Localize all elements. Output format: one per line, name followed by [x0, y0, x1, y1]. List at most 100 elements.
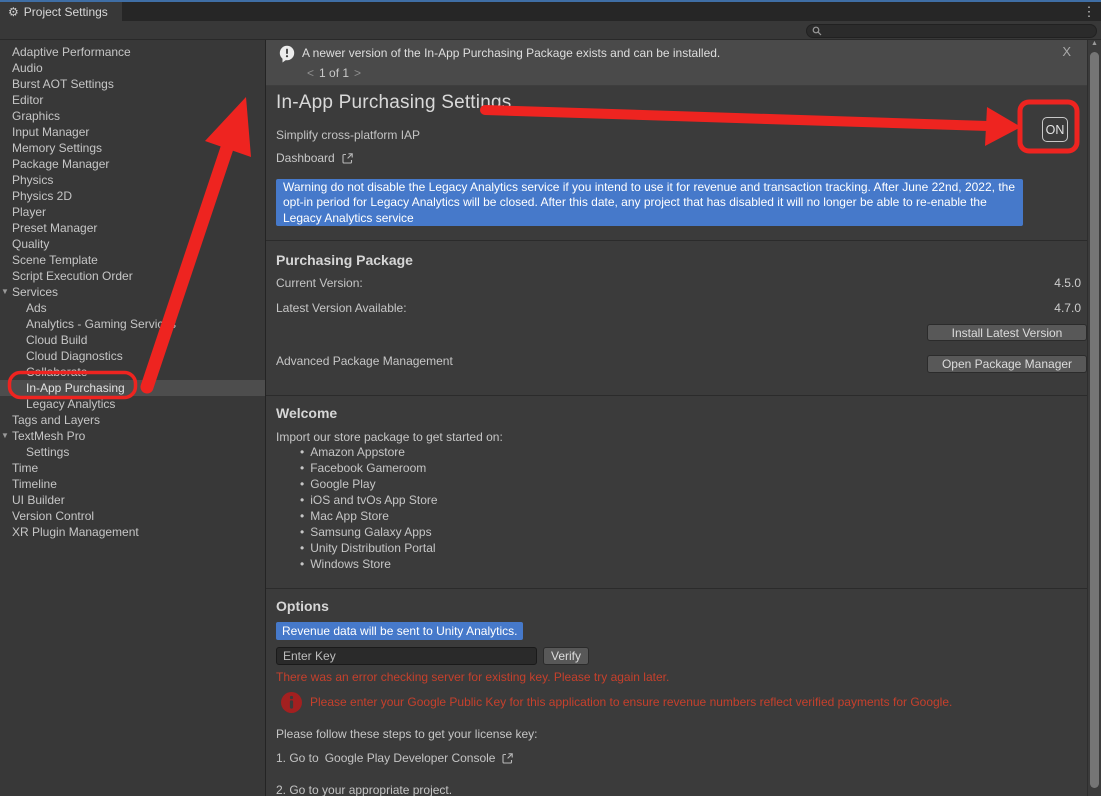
server-error-text: There was an error checking server for e…: [276, 670, 669, 684]
tab-title: Project Settings: [24, 5, 108, 19]
sidebar-item-quality[interactable]: Quality: [0, 236, 265, 252]
main-panel: A newer version of the In-App Purchasing…: [266, 40, 1087, 796]
store-list: •Amazon Appstore•Facebook Gameroom•Googl…: [300, 444, 438, 572]
sidebar-item-version-control[interactable]: Version Control: [0, 508, 265, 524]
foldout-arrow-icon[interactable]: ▼: [1, 284, 9, 300]
store-name: Google Play: [310, 477, 375, 491]
search-icon: [812, 26, 822, 36]
sidebar-item-scene-template[interactable]: Scene Template: [0, 252, 265, 268]
service-toggle-button[interactable]: ON: [1042, 117, 1068, 142]
sidebar-item-time[interactable]: Time: [0, 460, 265, 476]
vertical-scrollbar[interactable]: ▲: [1087, 40, 1101, 796]
sidebar-item-graphics[interactable]: Graphics: [0, 108, 265, 124]
store-name: iOS and tvOs App Store: [310, 493, 437, 507]
sidebar-item-analytics-gaming-services[interactable]: Analytics - Gaming Services: [0, 316, 265, 332]
sidebar-item-label: Scene Template: [12, 253, 98, 267]
step-1: 1. Go to Google Play Developer Console: [276, 751, 514, 765]
options-heading: Options: [276, 598, 329, 614]
settings-sidebar: Adaptive PerformanceAudio Burst AOT Setti…: [0, 40, 266, 796]
sidebar-item-label: Burst AOT Settings: [12, 77, 114, 91]
bullet-icon: •: [300, 509, 304, 523]
sidebar-item-script-execution-order[interactable]: Script Execution Order: [0, 268, 265, 284]
google-key-info-icon: [280, 691, 303, 714]
scroll-up-icon[interactable]: ▲: [1091, 40, 1098, 47]
legacy-analytics-warning: Warning do not disable the Legacy Analyt…: [276, 179, 1023, 226]
sidebar-item-in-app-purchasing[interactable]: In-App Purchasing: [0, 380, 265, 396]
sidebar-item-label: Collaborate: [26, 365, 87, 379]
sidebar-item-label: Cloud Build: [26, 333, 87, 347]
sidebar-item-services[interactable]: ▼Services: [0, 284, 265, 300]
pager-prev-button[interactable]: <: [307, 66, 314, 80]
sidebar-item-memory-settings[interactable]: Memory Settings: [0, 140, 265, 156]
store-list-item: • Mac App Store: [300, 508, 438, 524]
store-list-item: •Google Play: [300, 476, 438, 492]
advanced-package-management-label: Advanced Package Management: [276, 354, 453, 368]
google-key-input[interactable]: [276, 647, 537, 665]
sidebar-item-editor[interactable]: Editor: [0, 92, 265, 108]
verify-key-button[interactable]: Verify: [543, 647, 589, 665]
step-2: 2. Go to your appropriate project.: [276, 783, 452, 796]
banner-close-button[interactable]: X: [1062, 44, 1071, 59]
external-link-icon: [501, 752, 514, 765]
sidebar-item-label: Player: [12, 205, 46, 219]
sidebar-item-label: Time: [12, 461, 38, 475]
purchasing-package-heading: Purchasing Package: [276, 252, 413, 268]
sidebar-item-label: Memory Settings: [12, 141, 102, 155]
sidebar-item-package-manager[interactable]: Package Manager: [0, 156, 265, 172]
sidebar-item-player[interactable]: Player: [0, 204, 265, 220]
sidebar-item-timeline[interactable]: Timeline: [0, 476, 265, 492]
store-list-item: •Windows Store: [300, 556, 438, 572]
sidebar-item-label: TextMesh Pro: [12, 429, 85, 443]
sidebar-item-label: Quality: [12, 237, 49, 251]
store-name: Windows Store: [310, 557, 391, 571]
sidebar-item-physics-2d[interactable]: Physics 2D: [0, 188, 265, 204]
dashboard-link[interactable]: Dashboard: [276, 151, 354, 165]
install-latest-version-button[interactable]: Install Latest Version: [927, 324, 1087, 341]
sidebar-item-label: Graphics: [12, 109, 60, 123]
sidebar-item-label: Script Execution Order: [12, 269, 133, 283]
open-package-manager-button[interactable]: Open Package Manager: [927, 355, 1087, 373]
sidebar-item-ui-builder[interactable]: UI Builder: [0, 492, 265, 508]
bullet-icon: •: [300, 493, 304, 507]
section-divider: [266, 240, 1087, 241]
scrollbar-thumb[interactable]: [1090, 52, 1099, 788]
banner-message: A newer version of the In-App Purchasing…: [302, 46, 720, 60]
sidebar-item-collaborate[interactable]: Collaborate: [0, 364, 265, 380]
google-play-console-link[interactable]: Google Play Developer Console: [325, 751, 496, 765]
sidebar-item-ads[interactable]: Ads: [0, 300, 265, 316]
sidebar-item-preset-manager[interactable]: Preset Manager: [0, 220, 265, 236]
sidebar-item-label: Audio: [12, 61, 43, 75]
sidebar-item-adaptive-performance[interactable]: Adaptive Performance: [0, 44, 265, 60]
sidebar-item-legacy-analytics[interactable]: Legacy Analytics: [0, 396, 265, 412]
sidebar-item-audio[interactable]: Audio: [0, 60, 265, 76]
sidebar-item-physics[interactable]: Physics: [0, 172, 265, 188]
store-name: Amazon Appstore: [310, 445, 405, 459]
sidebar-item-cloud-build[interactable]: Cloud Build: [0, 332, 265, 348]
tab-project-settings[interactable]: ⚙ Project Settings: [0, 2, 122, 21]
steps-intro: Please follow these steps to get your li…: [276, 727, 537, 741]
sidebar-item-cloud-diagnostics[interactable]: Cloud Diagnostics: [0, 348, 265, 364]
sidebar-item-textmesh-pro[interactable]: ▼TextMesh Pro: [0, 428, 265, 444]
sidebar-item-input-manager[interactable]: Input Manager: [0, 124, 265, 140]
sidebar-item-label: Editor: [12, 93, 43, 107]
foldout-arrow-icon[interactable]: ▼: [1, 428, 9, 444]
search-input[interactable]: [806, 24, 1097, 38]
store-name: Mac App Store: [310, 509, 389, 523]
store-list-item: •Facebook Gameroom: [300, 460, 438, 476]
store-list-item: •Amazon Appstore: [300, 444, 438, 460]
sidebar-item-label: Preset Manager: [12, 221, 97, 235]
sidebar-item-burst-aot-settings[interactable]: Burst AOT Settings: [0, 76, 265, 92]
project-settings-window: ⚙ Project Settings ⋮ Adaptive Performanc…: [0, 0, 1101, 796]
store-name: Facebook Gameroom: [310, 461, 426, 475]
sidebar-item-tags-and-layers[interactable]: Tags and Layers: [0, 412, 265, 428]
google-key-warning-text: Please enter your Google Public Key for …: [310, 695, 1080, 709]
page-title: In-App Purchasing Settings: [276, 92, 511, 114]
kebab-menu-icon[interactable]: ⋮: [1081, 3, 1097, 21]
bullet-icon: •: [300, 525, 304, 539]
sidebar-item-label: In-App Purchasing: [26, 381, 125, 395]
sidebar-item-label: Physics: [12, 173, 53, 187]
pager-next-button[interactable]: >: [354, 66, 361, 80]
sidebar-item-settings[interactable]: Settings: [0, 444, 265, 460]
sidebar-item-label: Settings: [26, 445, 69, 459]
sidebar-item-xr-plugin-management[interactable]: XR Plugin Management: [0, 524, 265, 540]
